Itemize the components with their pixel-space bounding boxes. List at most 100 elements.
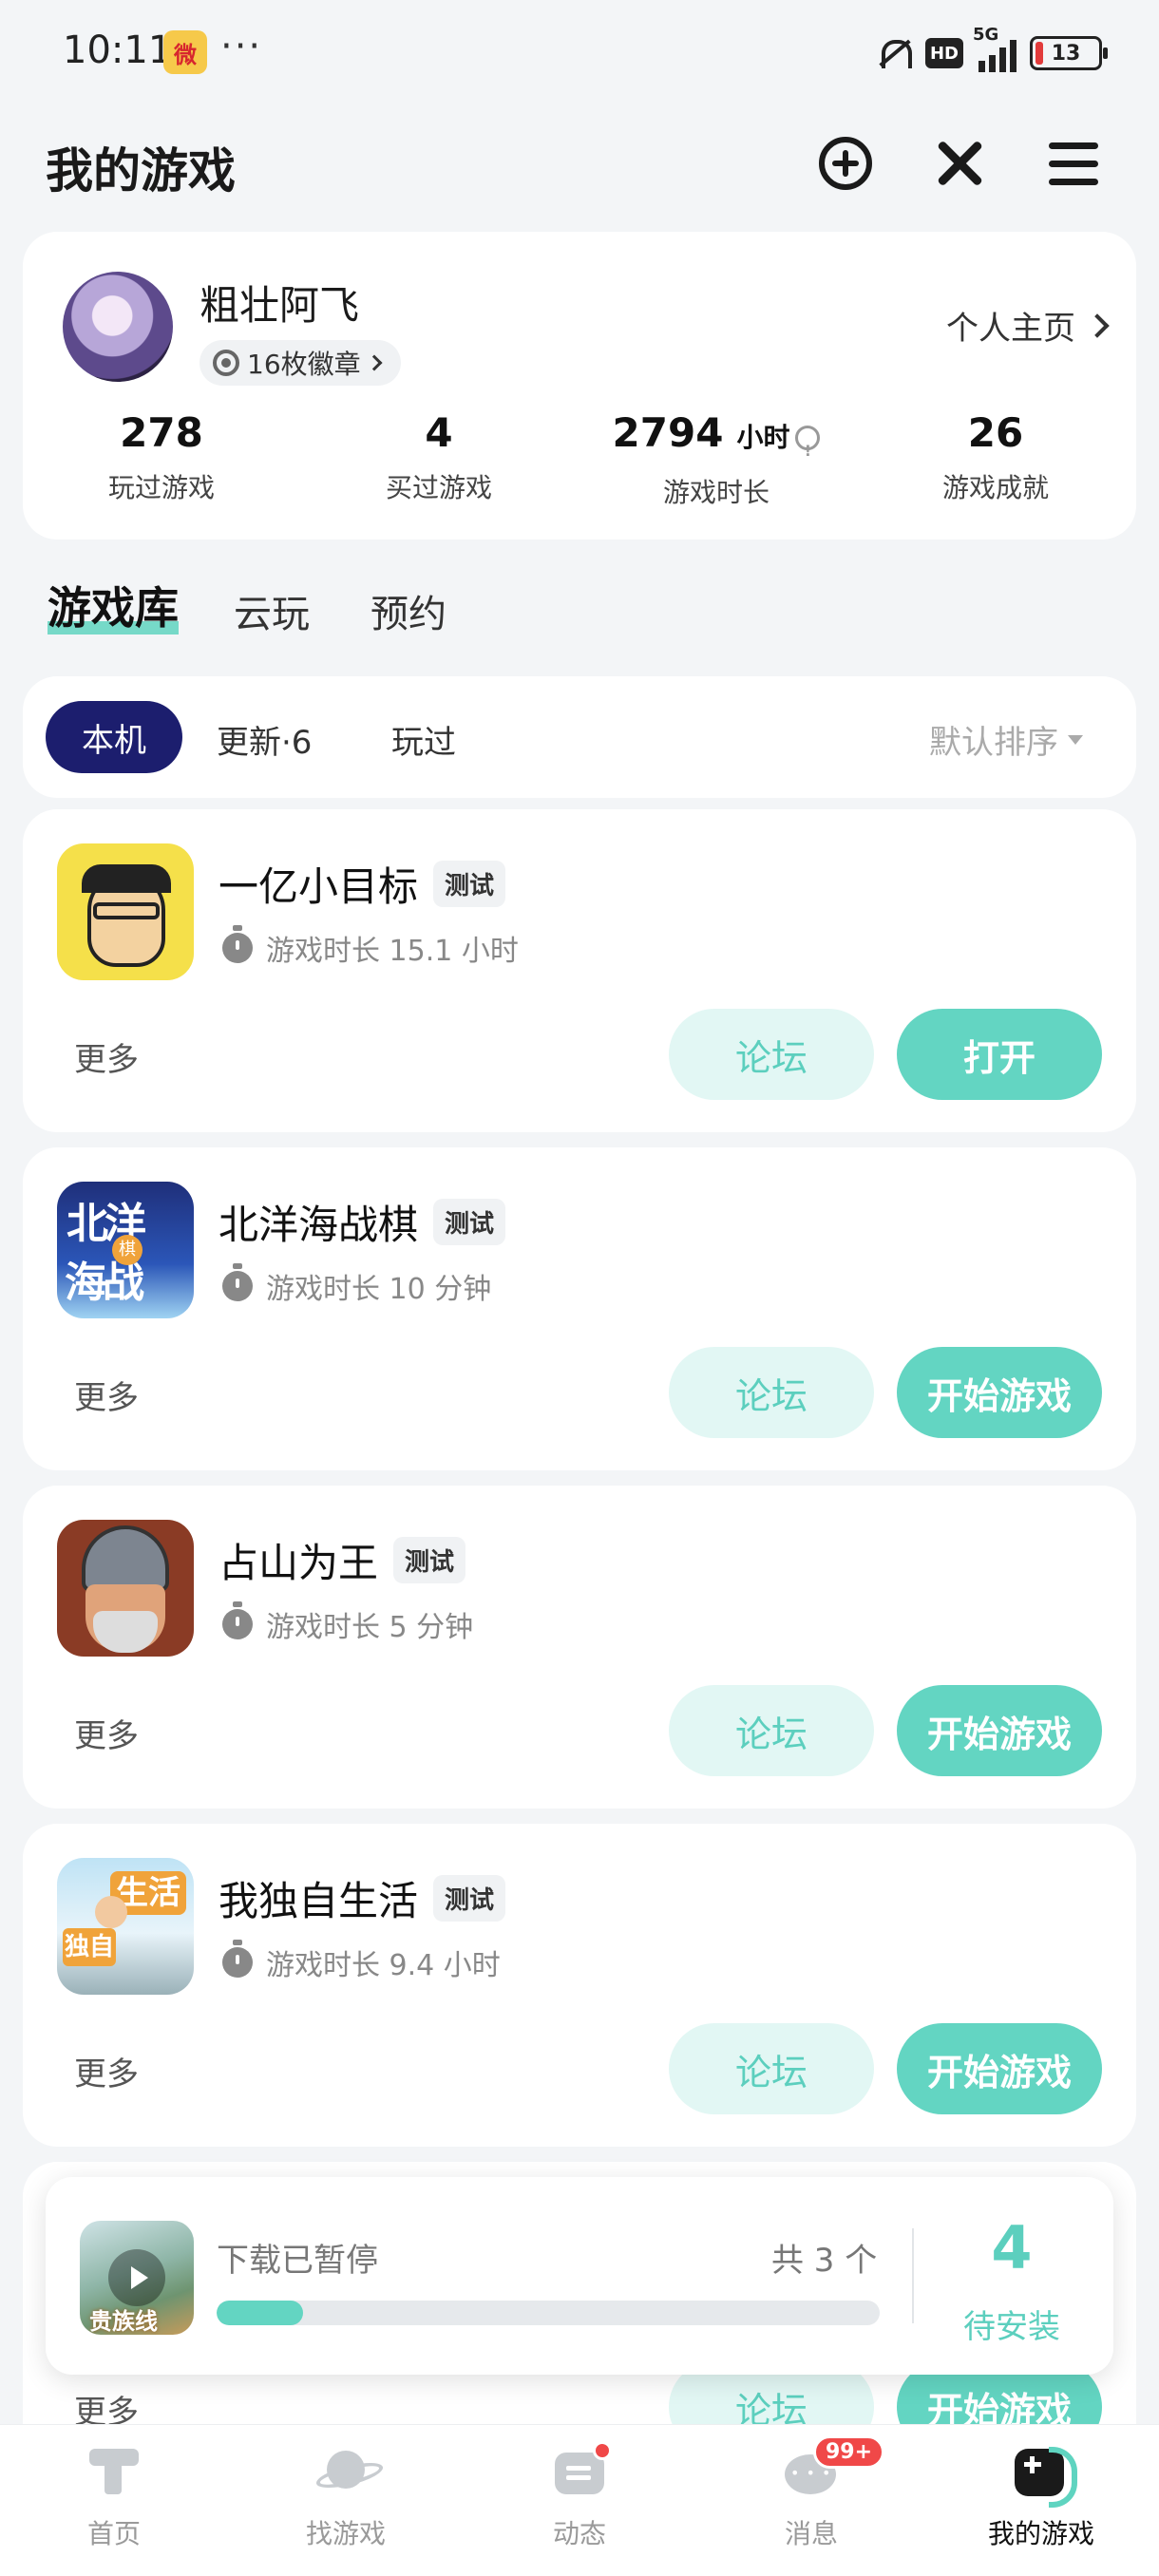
download-progress — [217, 2301, 880, 2325]
nav-label: 消息 — [784, 2518, 838, 2549]
tab-reservations[interactable]: 预约 — [370, 583, 446, 638]
stat-playtime[interactable]: 2794 小时 游戏时长 — [593, 408, 840, 510]
start-game-button[interactable]: 开始游戏 — [897, 2023, 1102, 2114]
game-title: 我独自生活 测试 — [218, 1869, 506, 1927]
game-icon-zhanshan[interactable] — [57, 1520, 194, 1657]
homepage-link[interactable]: 个人主页 — [946, 302, 1110, 349]
stat-bought[interactable]: 4 买过游戏 — [315, 408, 562, 505]
avatar[interactable] — [63, 272, 173, 382]
test-tag: 测试 — [433, 861, 506, 907]
forum-button[interactable]: 论坛 — [669, 1685, 874, 1776]
download-count: 共 3 个 — [771, 2242, 878, 2280]
stopwatch-icon — [222, 1940, 253, 1978]
game-title: 北洋海战棋 测试 — [218, 1193, 506, 1251]
stat-value: 278 — [120, 409, 203, 456]
game-title: 占山为王 测试 — [218, 1531, 466, 1589]
more-button[interactable]: 更多 — [74, 2048, 139, 2094]
stat-label: 买过游戏 — [385, 472, 492, 503]
filter-played[interactable]: 玩过 — [391, 716, 456, 763]
open-button[interactable]: 打开 — [897, 1009, 1102, 1100]
playtime-row: 游戏时长 5 分钟 — [222, 1601, 474, 1645]
game-name: 占山为王 — [218, 1540, 379, 1586]
network-type: 5G — [973, 25, 999, 45]
stat-value: 26 — [967, 409, 1024, 456]
nav-feed[interactable]: 动态 — [494, 2441, 665, 2551]
forum-button[interactable]: 论坛 — [669, 1347, 874, 1438]
page-title: 我的游戏 — [46, 143, 236, 199]
planet-icon — [315, 2441, 376, 2502]
nav-label: 找游戏 — [305, 2518, 386, 2549]
nav-messages[interactable]: 99+ 消息 — [726, 2435, 897, 2551]
playtime-row: 游戏时长 15.1 小时 — [222, 925, 519, 969]
notification-dot — [593, 2441, 612, 2460]
test-tag: 测试 — [433, 1875, 506, 1922]
nav-label: 动态 — [552, 2518, 606, 2549]
stopwatch-icon — [222, 1601, 253, 1639]
playtime-text: 游戏时长 5 分钟 — [266, 1611, 474, 1644]
filter-updates[interactable]: 更新·6 — [217, 716, 312, 763]
playtime-row: 游戏时长 9.4 小时 — [222, 1940, 501, 1983]
filter-local[interactable]: 本机 — [46, 701, 182, 773]
add-circle-icon[interactable] — [815, 133, 876, 194]
status-indicators: HD 5G 13 — [874, 25, 1108, 72]
mute-bell-icon — [874, 34, 912, 72]
username: 粗壮阿飞 — [200, 282, 360, 329]
stat-value: 2794 — [612, 409, 724, 456]
playtime-text: 游戏时长 9.4 小时 — [266, 1949, 501, 1982]
menu-icon[interactable] — [1043, 133, 1104, 194]
game-icon-wodu[interactable]: 生活 独自 — [57, 1858, 194, 1995]
game-title: 一亿小目标 测试 — [218, 855, 506, 913]
badges-button[interactable]: 16枚徽章 — [200, 340, 401, 386]
nav-label: 我的游戏 — [987, 2518, 1094, 2549]
pending-install-label[interactable]: 待安装 — [940, 2301, 1083, 2347]
download-status: 下载已暂停 — [217, 2242, 378, 2280]
game-icon-beiyang[interactable]: 北洋 海战 棋 — [57, 1182, 194, 1318]
feed-icon — [549, 2441, 612, 2502]
hd-icon: HD — [925, 38, 963, 68]
homepage-label: 个人主页 — [946, 310, 1075, 348]
info-icon — [795, 426, 821, 476]
playtime-text: 游戏时长 15.1 小时 — [266, 935, 519, 968]
stat-label: 游戏成就 — [941, 472, 1049, 503]
test-tag: 测试 — [393, 1537, 466, 1583]
nav-find-games[interactable]: 找游戏 — [260, 2441, 431, 2551]
play-icon — [108, 2249, 165, 2306]
forum-button[interactable]: 论坛 — [669, 2023, 874, 2114]
tools-icon[interactable] — [929, 133, 990, 194]
battery-icon: 13 — [1030, 36, 1108, 70]
status-time: 10:11 — [63, 28, 173, 72]
weibo-icon: 微 — [163, 30, 207, 74]
nav-my-games[interactable]: 我的游戏 — [956, 2441, 1127, 2551]
game-name: 一亿小目标 — [218, 863, 419, 910]
stat-played[interactable]: 278 玩过游戏 — [38, 408, 285, 505]
nav-home[interactable]: 首页 — [28, 2441, 200, 2551]
caret-down-icon — [1068, 734, 1083, 745]
test-tag: 测试 — [433, 1199, 506, 1245]
sort-label: 默认排序 — [929, 724, 1058, 762]
start-game-button[interactable]: 开始游戏 — [897, 1685, 1102, 1776]
pending-install-count[interactable]: 4 — [940, 2213, 1083, 2282]
sort-dropdown[interactable]: 默认排序 — [929, 716, 1083, 763]
more-button[interactable]: 更多 — [74, 1033, 139, 1080]
more-button[interactable]: 更多 — [74, 1372, 139, 1418]
stat-unit: 小时 — [736, 422, 790, 453]
tab-cloud-play[interactable]: 云玩 — [234, 583, 310, 638]
battery-level: 13 — [1051, 41, 1081, 66]
signal-icon: 5G — [973, 25, 1016, 72]
forum-button[interactable]: 论坛 — [669, 1009, 874, 1100]
message-badge: 99+ — [813, 2435, 885, 2469]
stopwatch-icon — [222, 925, 253, 963]
game-name: 北洋海战棋 — [218, 1202, 419, 1248]
chevron-right-icon — [1085, 313, 1110, 338]
stat-achievements[interactable]: 26 游戏成就 — [872, 408, 1119, 505]
medal-icon — [213, 350, 239, 376]
more-button[interactable]: 更多 — [74, 1710, 139, 1756]
chevron-right-icon — [366, 354, 383, 371]
message-icon: 99+ — [781, 2435, 885, 2502]
game-icon-yiyi[interactable] — [57, 843, 194, 980]
game-name: 我独自生活 — [218, 1878, 419, 1924]
home-icon — [84, 2441, 144, 2502]
tab-game-library[interactable]: 游戏库 — [48, 574, 179, 636]
downloading-game-icon[interactable]: 贵族线 — [80, 2221, 194, 2335]
start-game-button[interactable]: 开始游戏 — [897, 1347, 1102, 1438]
